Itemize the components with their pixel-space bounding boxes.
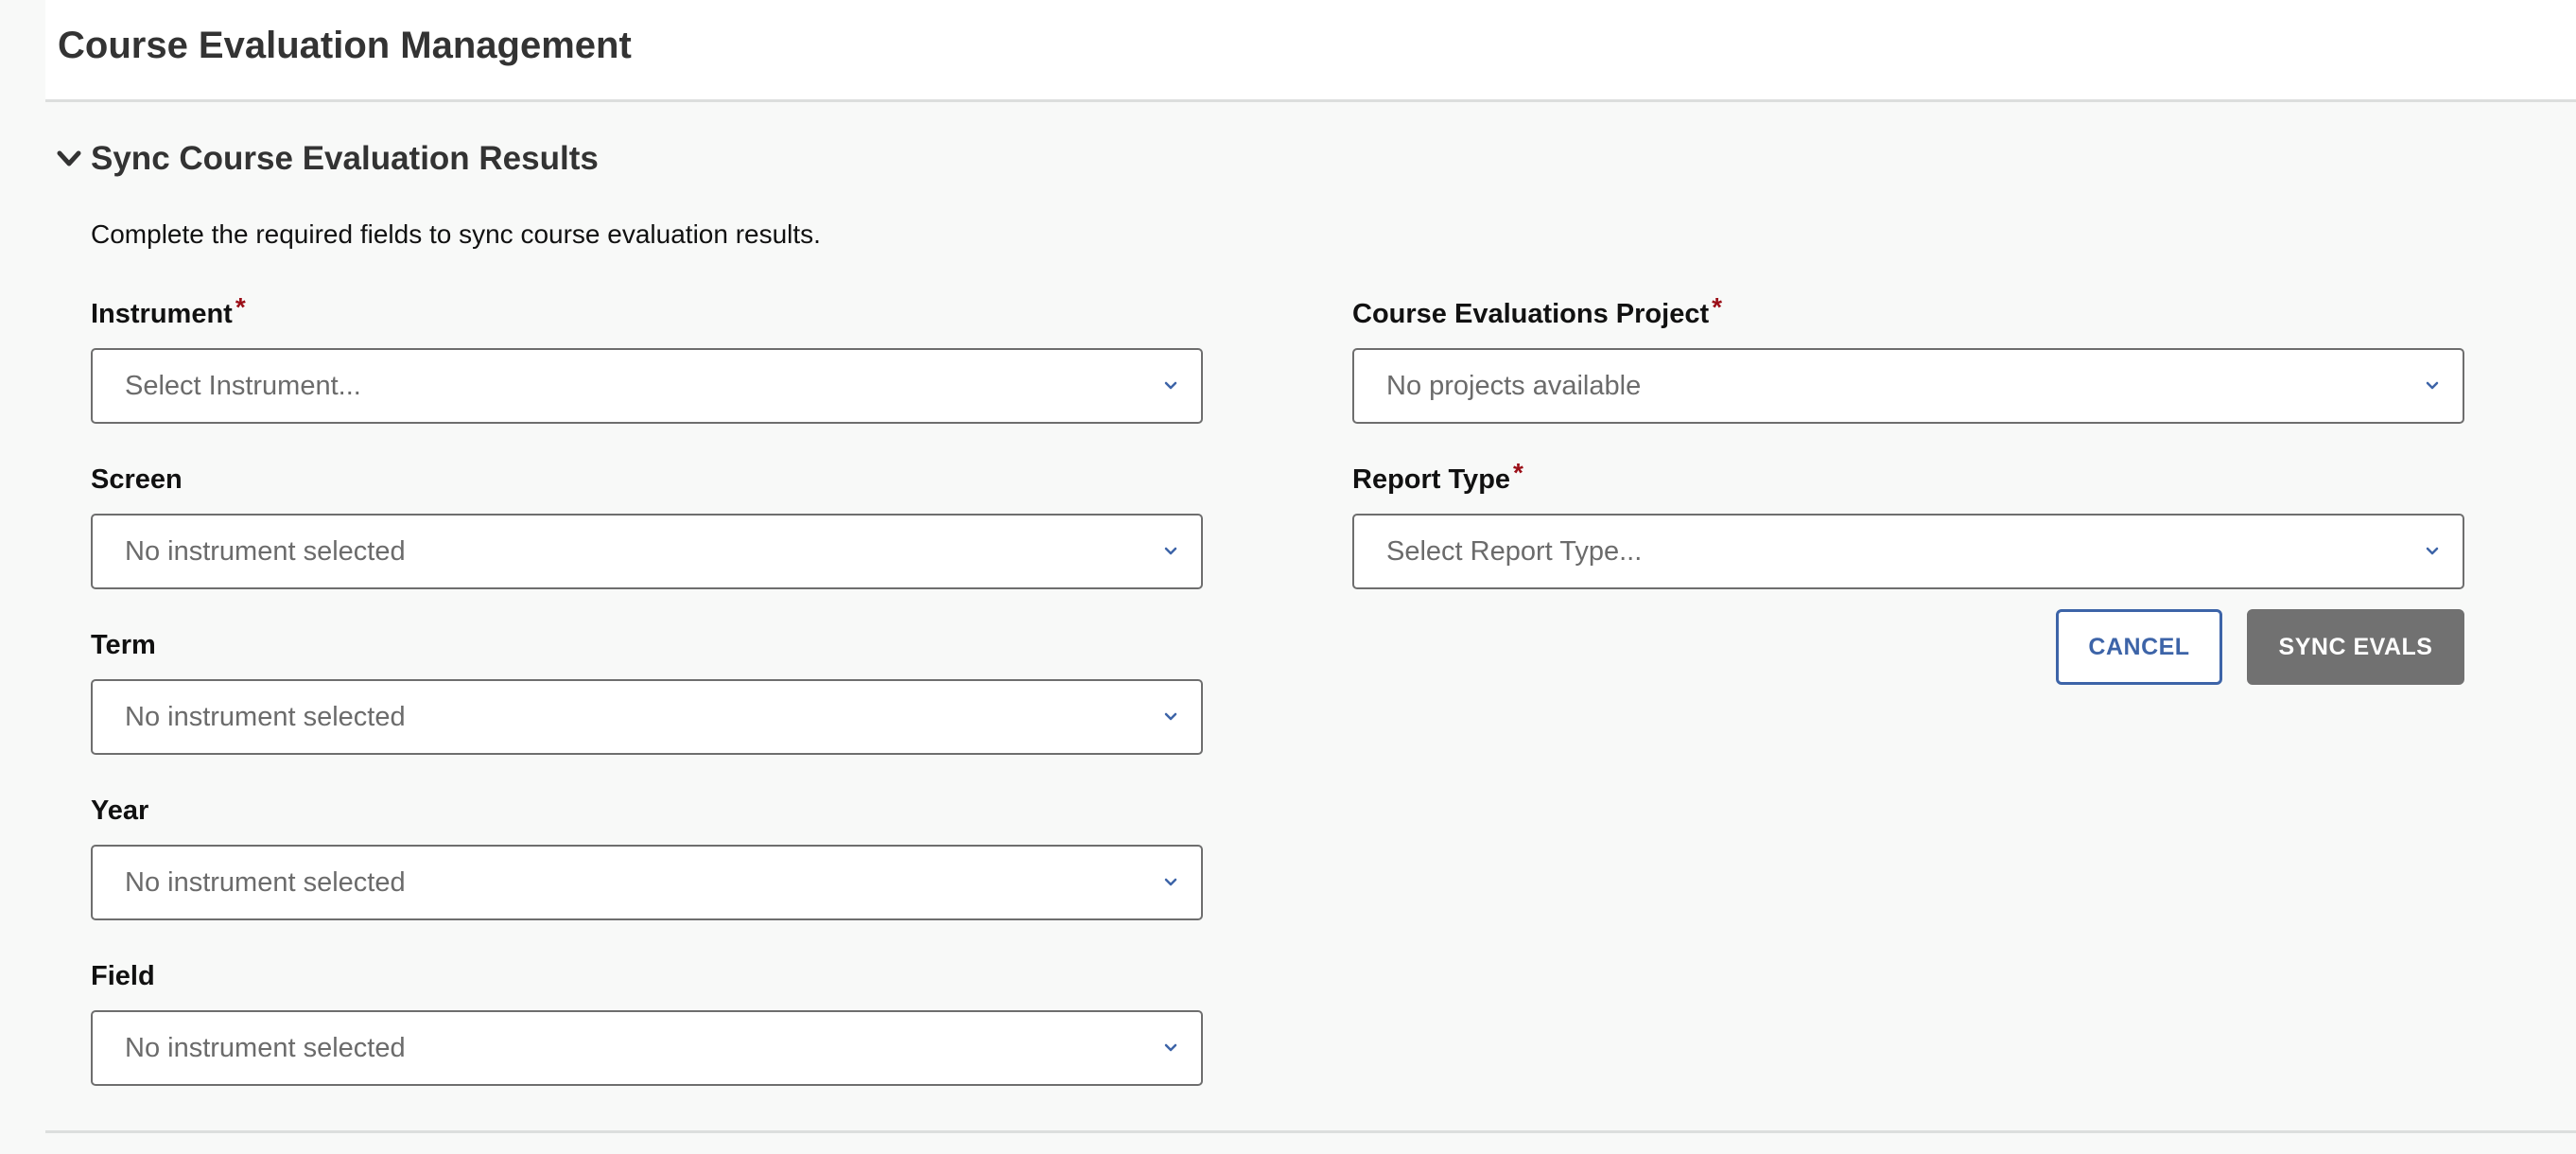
field-select-value: No instrument selected (125, 1032, 406, 1063)
term-field: Term No instrument selected (91, 630, 1203, 755)
field-field: Field No instrument selected (91, 961, 1203, 1086)
cancel-button[interactable]: CANCEL (2056, 609, 2222, 685)
term-label: Term (91, 630, 156, 660)
term-select[interactable]: No instrument selected (91, 679, 1203, 755)
year-select[interactable]: No instrument selected (91, 845, 1203, 920)
course-evaluations-project-select-value: No projects available (1386, 370, 1642, 401)
report-type-select-value: Select Report Type... (1386, 535, 1643, 567)
section-divider (45, 1130, 2576, 1133)
term-select-value: No instrument selected (125, 701, 406, 732)
chevron-down-icon (1164, 547, 1177, 555)
section-title: Sync Course Evaluation Results (91, 140, 599, 177)
required-marker: * (1513, 458, 1523, 487)
chevron-down-icon (1164, 1043, 1177, 1052)
required-marker: * (235, 292, 246, 322)
report-type-select[interactable]: Select Report Type... (1352, 514, 2464, 589)
chevron-down-icon (1164, 878, 1177, 886)
year-select-value: No instrument selected (125, 866, 406, 898)
course-evaluations-project-label: Course Evaluations Project (1352, 299, 1710, 329)
instrument-label: Instrument (91, 299, 233, 329)
screen-field: Screen No instrument selected (91, 464, 1203, 589)
chevron-down-icon (2426, 381, 2439, 390)
course-evaluations-project-select[interactable]: No projects available (1352, 348, 2464, 424)
required-marker: * (1712, 292, 1723, 322)
year-field: Year No instrument selected (91, 796, 1203, 920)
page-header: Course Evaluation Management (45, 0, 2576, 102)
field-label: Field (91, 961, 155, 991)
instrument-select-value: Select Instrument... (125, 370, 361, 401)
chevron-down-icon (1164, 712, 1177, 721)
page-title: Course Evaluation Management (58, 25, 632, 66)
year-label: Year (91, 796, 149, 826)
instrument-select[interactable]: Select Instrument... (91, 348, 1203, 424)
report-type-label: Report Type (1352, 464, 1511, 495)
course-evaluations-project-field: Course Evaluations Project * No projects … (1352, 292, 2464, 424)
instrument-field: Instrument * Select Instrument... (91, 292, 1203, 424)
chevron-down-icon (1164, 381, 1177, 390)
field-select[interactable]: No instrument selected (91, 1010, 1203, 1086)
screen-label: Screen (91, 464, 183, 495)
section-toggle[interactable]: Sync Course Evaluation Results (55, 136, 599, 182)
screen-select-value: No instrument selected (125, 535, 406, 567)
screen-select[interactable]: No instrument selected (91, 514, 1203, 589)
chevron-down-icon (57, 150, 81, 166)
chevron-down-icon (2426, 547, 2439, 555)
sync-evals-button[interactable]: SYNC EVALS (2247, 609, 2464, 685)
instructions-text: Complete the required fields to sync cou… (91, 219, 821, 249)
report-type-field: Report Type * Select Report Type... (1352, 458, 2464, 589)
